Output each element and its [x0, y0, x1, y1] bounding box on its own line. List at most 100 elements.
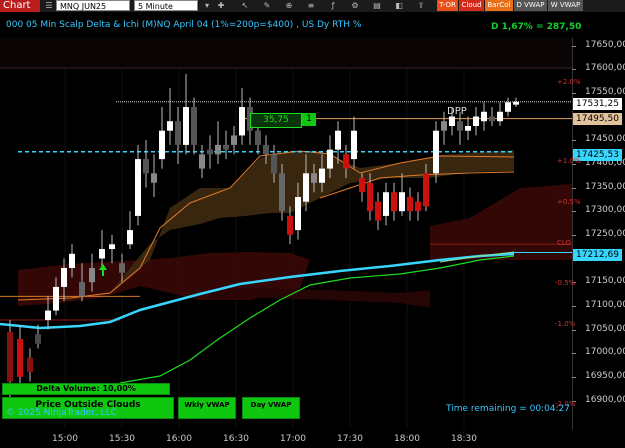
weekly-vwap-button[interactable]: Wkly VWAP [178, 397, 236, 419]
d-vwap-button[interactable]: D VWAP [514, 0, 547, 11]
candle-body [183, 107, 189, 145]
candle-body [223, 144, 229, 150]
price-tick-mark [572, 92, 576, 94]
share-icon[interactable]: ⇪ [416, 0, 426, 11]
candle-body [497, 111, 503, 122]
w-vwap-button[interactable]: W VWAP [548, 0, 583, 11]
strategy-icon[interactable]: ⚙ [350, 0, 360, 11]
percent-level-label: CLO [557, 239, 572, 247]
price-tick-label: 17350,00 [585, 181, 625, 192]
price-tick-mark [572, 45, 576, 47]
price-tick-mark [572, 376, 576, 378]
price-marker[interactable]: 17531,25 [573, 97, 622, 110]
candle-body [35, 334, 41, 344]
time-tick-label: 16:00 [166, 434, 192, 444]
candle-body [175, 121, 181, 145]
candle-body [311, 173, 317, 183]
price-tick-mark [572, 234, 576, 236]
candle-body [287, 215, 293, 235]
time-tick-label: 17:30 [337, 434, 363, 444]
candle-body [457, 121, 463, 131]
ichimoku-cloud-red-lower [210, 288, 430, 308]
order-submit-button[interactable]: 1 [302, 113, 316, 126]
indicators-icon[interactable]: ƒ [328, 0, 338, 11]
cloud-button[interactable]: Cloud [459, 0, 484, 11]
zoom-icon[interactable]: ⊕ [284, 0, 294, 11]
t-or-button[interactable]: T-OR [437, 0, 458, 11]
candle-body [433, 130, 439, 174]
candle-body [391, 192, 397, 212]
pointer-icon[interactable]: ↖ [240, 0, 250, 11]
candle-body [407, 196, 413, 212]
candle-body [303, 173, 309, 202]
template-icon[interactable]: ▤ [372, 0, 382, 11]
chart-plot-area[interactable] [0, 38, 572, 438]
candle-body [423, 173, 429, 207]
candle-body [505, 102, 511, 112]
drawing-tool-icon[interactable]: ✎ [262, 0, 272, 11]
price-tick-label: 16900,00 [585, 394, 625, 405]
add-icon[interactable]: ✚ [216, 0, 226, 11]
chart-title: 000 05 Min Scalp Delta & Ichi (M)NQ Apri… [6, 20, 362, 30]
day-vwap-button[interactable]: Day VWAP [242, 397, 300, 419]
ichimoku-cloud-red-right [430, 184, 572, 260]
price-tick-label: 17450,00 [585, 134, 625, 145]
menu-icon[interactable]: ☰ [44, 0, 54, 11]
barcol-button[interactable]: BarCol [485, 0, 513, 11]
candle-body [119, 263, 125, 273]
candle-body [473, 116, 479, 126]
candle-body [327, 149, 333, 169]
candle-body [255, 130, 261, 145]
time-tick-label: 18:00 [394, 434, 420, 444]
price-tick-mark [572, 211, 576, 213]
candle-body [375, 201, 381, 221]
candle-body [335, 130, 341, 150]
session-band [0, 38, 572, 68]
candle-body [441, 121, 447, 131]
price-tick-mark [572, 69, 576, 71]
price-tick-label: 16950,00 [585, 370, 625, 381]
candle-body [143, 159, 149, 174]
candle-body [271, 154, 277, 174]
instrument-select[interactable]: MNQ JUN25 [56, 0, 130, 11]
time-tick-label: 15:00 [52, 434, 78, 444]
order-quantity-box[interactable]: 35,75 [250, 113, 302, 128]
candle-body [109, 244, 115, 250]
candle-body [191, 107, 197, 145]
chart-svg[interactable] [0, 38, 572, 438]
snapshot-icon[interactable]: ◧ [394, 0, 404, 11]
pnl-readout: D 1,67% = 287,50 [491, 22, 582, 32]
chart-tab[interactable]: Chart [0, 0, 40, 12]
price-tick-label: 17250,00 [585, 228, 625, 239]
candle-body [263, 144, 269, 155]
candle-body [61, 267, 67, 287]
price-marker[interactable]: 17495,50 [573, 112, 622, 125]
time-tick-label: 16:30 [223, 434, 249, 444]
price-tick-label: 17050,00 [585, 323, 625, 334]
price-tick-label: 17550,00 [585, 86, 625, 97]
price-tick-label: 17150,00 [585, 276, 625, 287]
chevron-down-icon[interactable]: ▾ [202, 0, 212, 11]
price-tick-label: 17600,00 [585, 63, 625, 74]
time-tick-label: 18:30 [451, 434, 477, 444]
properties-icon[interactable]: ≡ [306, 0, 316, 11]
delta-volume-button[interactable]: Delta Volume: 10,00% [2, 383, 170, 395]
candle-body [239, 107, 245, 136]
candle-body [53, 286, 59, 311]
interval-select[interactable]: 5 Minute [134, 0, 198, 11]
candle-body [481, 111, 487, 122]
candle-body [231, 135, 237, 145]
candle-body [367, 182, 373, 212]
candle-body [449, 116, 455, 126]
price-tick-mark [572, 329, 576, 331]
price-marker[interactable]: 17212,69 [573, 248, 622, 261]
price-tick-label: 17650,00 [585, 39, 625, 50]
candle-body [151, 173, 157, 183]
price-tick-mark [572, 187, 576, 189]
candle-body [17, 338, 23, 377]
candle-body [99, 249, 105, 259]
candle-body [159, 130, 165, 160]
candle-body [127, 230, 133, 245]
copyright-text: © 2025 NinjaTrader, LLC [6, 408, 117, 418]
candle-body [489, 116, 495, 122]
